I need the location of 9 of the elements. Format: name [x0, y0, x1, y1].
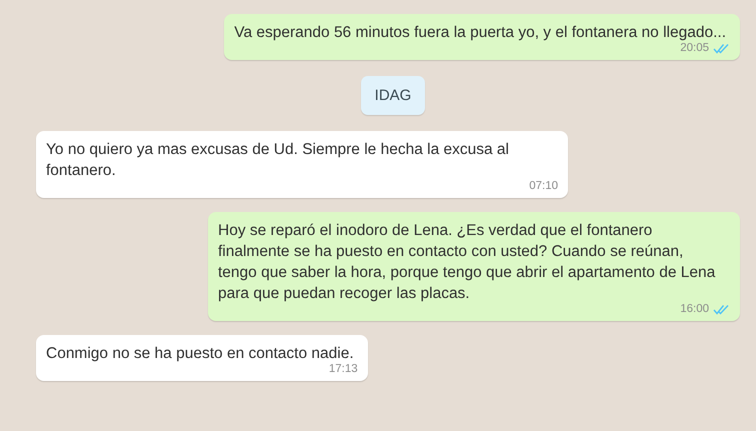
date-chip: IDAG: [360, 76, 426, 115]
message-text: Conmigo no se ha puesto en contacto nadie.: [46, 344, 355, 364]
message-text: Va esperando 56 minutos fuera la puerta yo, y el fontanera no llegado...: [234, 23, 727, 43]
message-text: Hoy se reparó el inodoro de Lena. ¿Es verdad que el fontanero finalmente se ha puesto en contacto con usted? Cuando se reúnan, tengo que saber la hora, porque tengo que abrir el apartamento de Lena para que puedan recoger las placas.: [218, 221, 716, 304]
message-text: Yo no quiero ya mas excusas de Ud. Siempre le hecha la excusa al fontanero.: [46, 140, 510, 181]
message-time: 17:13: [328, 362, 358, 376]
message-time: 16:00: [680, 302, 709, 316]
message-time: 20:05: [680, 41, 709, 55]
message-time: 07:10: [529, 179, 558, 193]
